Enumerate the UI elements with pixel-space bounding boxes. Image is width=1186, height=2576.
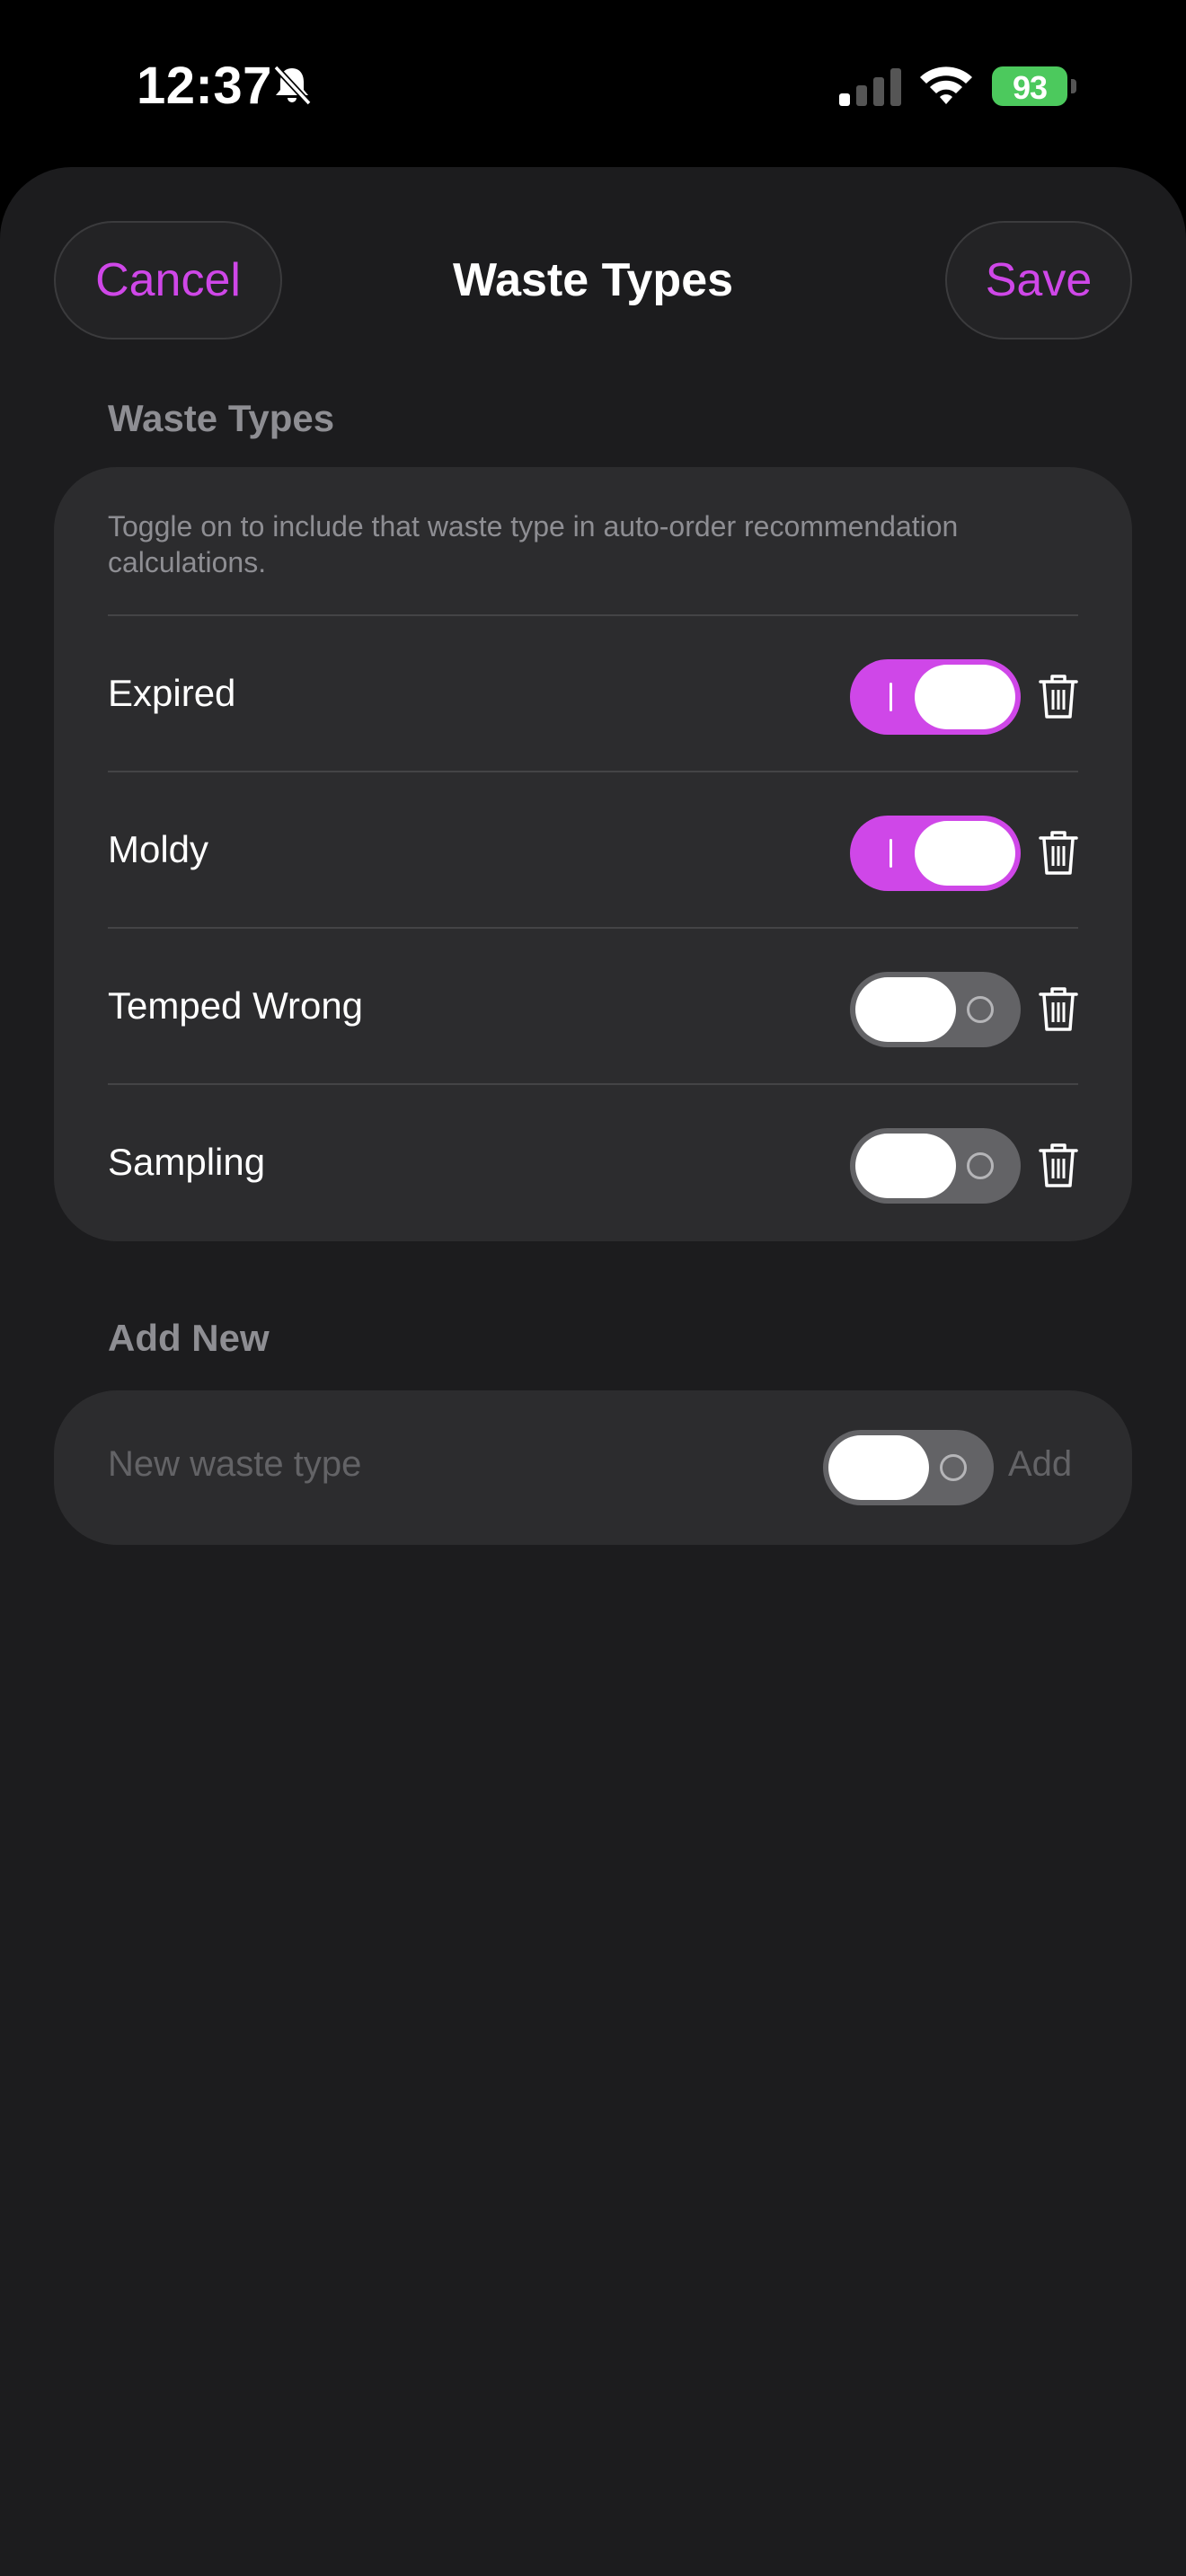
waste-types-description: Toggle on to include that waste type in … xyxy=(108,510,959,578)
waste-type-label: Moldy xyxy=(108,828,209,870)
add-button[interactable]: Add xyxy=(1008,1444,1072,1485)
battery-level: 93 xyxy=(1012,69,1048,106)
trash-icon[interactable] xyxy=(1039,674,1078,720)
status-time: 12:37 xyxy=(137,57,272,115)
cellular-signal-icon xyxy=(839,68,901,106)
divider xyxy=(108,771,1078,772)
status-bar: 12:37 93 xyxy=(0,0,1186,171)
waste-type-toggle[interactable] xyxy=(850,816,1021,891)
add-new-card: New waste type Add xyxy=(54,1390,1132,1545)
page-title: Waste Types xyxy=(452,254,734,306)
battery-icon: 93 xyxy=(992,66,1076,106)
waste-type-toggle[interactable] xyxy=(850,972,1021,1047)
waste-types-card: Toggle on to include that waste type in … xyxy=(54,467,1132,1241)
save-button[interactable]: Save xyxy=(945,221,1132,340)
trash-icon[interactable] xyxy=(1039,1142,1078,1189)
waste-types-section-header: Waste Types xyxy=(108,397,335,439)
cancel-button[interactable]: Cancel xyxy=(54,221,282,340)
add-new-section-header: Add New xyxy=(108,1317,270,1359)
waste-type-label: Temped Wrong xyxy=(108,984,364,1027)
trash-icon[interactable] xyxy=(1039,986,1078,1033)
new-waste-type-toggle[interactable] xyxy=(823,1430,994,1505)
divider xyxy=(108,614,1078,616)
divider xyxy=(108,927,1078,929)
waste-type-toggle[interactable] xyxy=(850,1128,1021,1204)
bell-slash-icon xyxy=(273,65,312,106)
waste-type-label: Sampling xyxy=(108,1141,266,1183)
new-waste-type-input[interactable]: New waste type xyxy=(108,1444,361,1485)
wifi-icon xyxy=(920,66,972,104)
divider xyxy=(108,1083,1078,1085)
trash-icon[interactable] xyxy=(1039,830,1078,877)
waste-type-toggle[interactable] xyxy=(850,659,1021,735)
waste-type-label: Expired xyxy=(108,672,236,714)
